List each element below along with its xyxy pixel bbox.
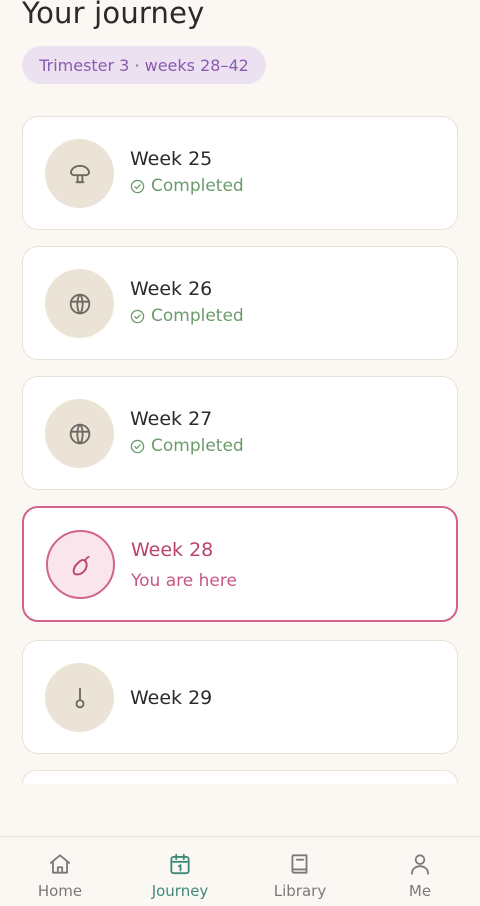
check-circle-icon xyxy=(130,179,145,193)
week-label: Week 25 xyxy=(130,148,213,170)
status-text: Completed xyxy=(151,436,244,456)
week-status: You are here xyxy=(131,570,237,592)
status-text: Completed xyxy=(151,176,244,196)
week-badge xyxy=(45,399,114,468)
week-text: Week 28 You are here xyxy=(131,538,237,592)
squash-icon xyxy=(75,687,84,708)
week-status: Completed xyxy=(130,305,244,327)
nav-home[interactable]: Home xyxy=(0,837,120,906)
nav-label: Library xyxy=(273,882,327,900)
week-card-26[interactable]: Week 26 Completed xyxy=(22,246,458,360)
nav-journey[interactable]: Journey xyxy=(120,837,240,906)
week-card-28[interactable]: Week 28 You are here xyxy=(22,506,458,622)
week-card-25[interactable]: Week 25 Completed xyxy=(22,116,458,230)
page-title: Your journey xyxy=(22,0,205,30)
nav-label: Me xyxy=(408,882,432,900)
nav-library[interactable]: Library xyxy=(240,837,360,906)
status-text: Completed xyxy=(151,306,244,326)
week-label: Week 28 xyxy=(131,539,214,561)
week-label: Week 26 xyxy=(130,278,213,300)
week-card-27[interactable]: Week 27 Completed xyxy=(22,376,458,490)
week-card-29[interactable]: Week 29 xyxy=(22,640,458,754)
week-status: Completed xyxy=(130,175,244,197)
status-text: You are here xyxy=(131,571,237,591)
nav-label: Home xyxy=(37,882,83,900)
bottom-nav: Home Journey Library Me xyxy=(0,836,480,906)
person-icon xyxy=(410,854,430,875)
app-root: Your journey Trimester 3 · weeks 28–42 W… xyxy=(0,0,480,906)
week-text: Week 26 Completed xyxy=(130,277,244,327)
check-circle-icon xyxy=(130,309,145,323)
globe-fruit-icon xyxy=(69,293,90,314)
week-label: Week 27 xyxy=(130,408,213,430)
calendar-icon xyxy=(170,853,190,875)
week-card-next-partial[interactable] xyxy=(22,770,458,784)
book-icon xyxy=(291,854,308,874)
week-label: Week 29 xyxy=(130,687,213,709)
globe-fruit-icon xyxy=(69,423,90,444)
home-icon xyxy=(49,854,71,874)
week-badge xyxy=(45,269,114,338)
week-text: Week 25 Completed xyxy=(130,147,244,197)
eggplant-icon xyxy=(72,555,90,575)
week-badge xyxy=(46,530,115,599)
check-circle-icon xyxy=(130,439,145,453)
week-badge xyxy=(45,663,114,732)
mushroom-icon xyxy=(69,164,90,183)
week-badge xyxy=(45,139,114,208)
week-text: Week 29 xyxy=(130,686,212,710)
nav-me[interactable]: Me xyxy=(360,837,480,906)
nav-label: Journey xyxy=(151,882,209,900)
week-text: Week 27 Completed xyxy=(130,407,244,457)
trimester-badge[interactable]: Trimester 3 · weeks 28–42 xyxy=(22,46,266,84)
week-status: Completed xyxy=(130,435,244,457)
